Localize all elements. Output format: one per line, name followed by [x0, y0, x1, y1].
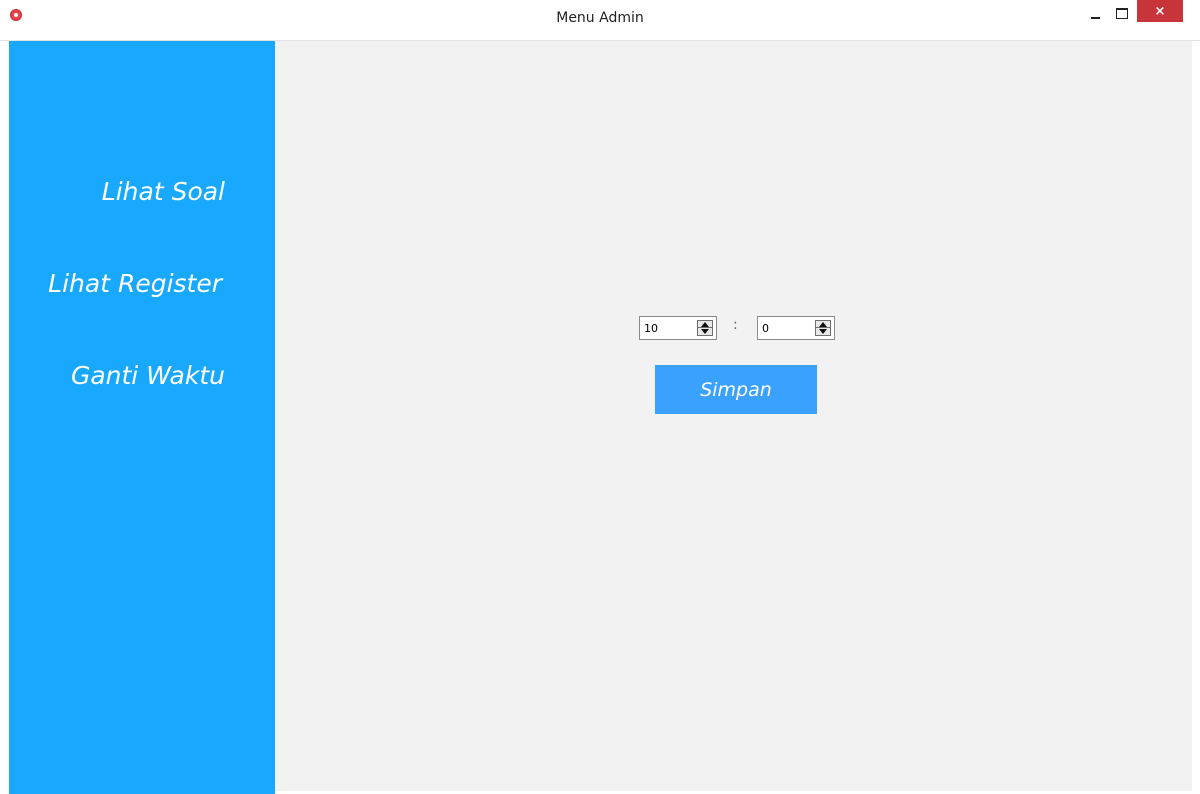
caret-down-icon[interactable]	[819, 329, 827, 334]
minutes-spin-buttons[interactable]	[697, 320, 713, 336]
caret-down-icon[interactable]	[701, 329, 709, 334]
window-title: Menu Admin	[556, 10, 644, 26]
spin-divider	[698, 327, 712, 328]
time-separator: :	[733, 317, 738, 333]
minimize-button[interactable]	[1082, 0, 1108, 28]
title-bar: Menu Admin ×	[0, 0, 1200, 41]
spin-divider	[816, 327, 830, 328]
seconds-spin-buttons[interactable]	[815, 320, 831, 336]
save-button[interactable]: Simpan	[655, 365, 817, 414]
sidebar: Lihat Soal Lihat Register Ganti Waktu	[9, 41, 275, 794]
main-content: : Simpan	[275, 41, 1192, 791]
minutes-spinner[interactable]	[639, 316, 717, 340]
seconds-spinner[interactable]	[757, 316, 835, 340]
seconds-input[interactable]	[760, 319, 804, 337]
sidebar-item-ganti-waktu[interactable]: Ganti Waktu	[71, 361, 225, 390]
close-button[interactable]: ×	[1137, 0, 1183, 22]
sidebar-item-lihat-soal[interactable]: Lihat Soal	[102, 177, 225, 206]
maximize-icon	[1116, 7, 1128, 19]
app-window: Menu Admin × Lihat Soal Lihat Register G…	[0, 0, 1200, 794]
minimize-icon	[1090, 17, 1100, 19]
minutes-input[interactable]	[642, 319, 686, 337]
close-icon: ×	[1154, 3, 1166, 19]
sidebar-item-lihat-register[interactable]: Lihat Register	[48, 269, 222, 298]
maximize-button[interactable]	[1109, 0, 1135, 28]
